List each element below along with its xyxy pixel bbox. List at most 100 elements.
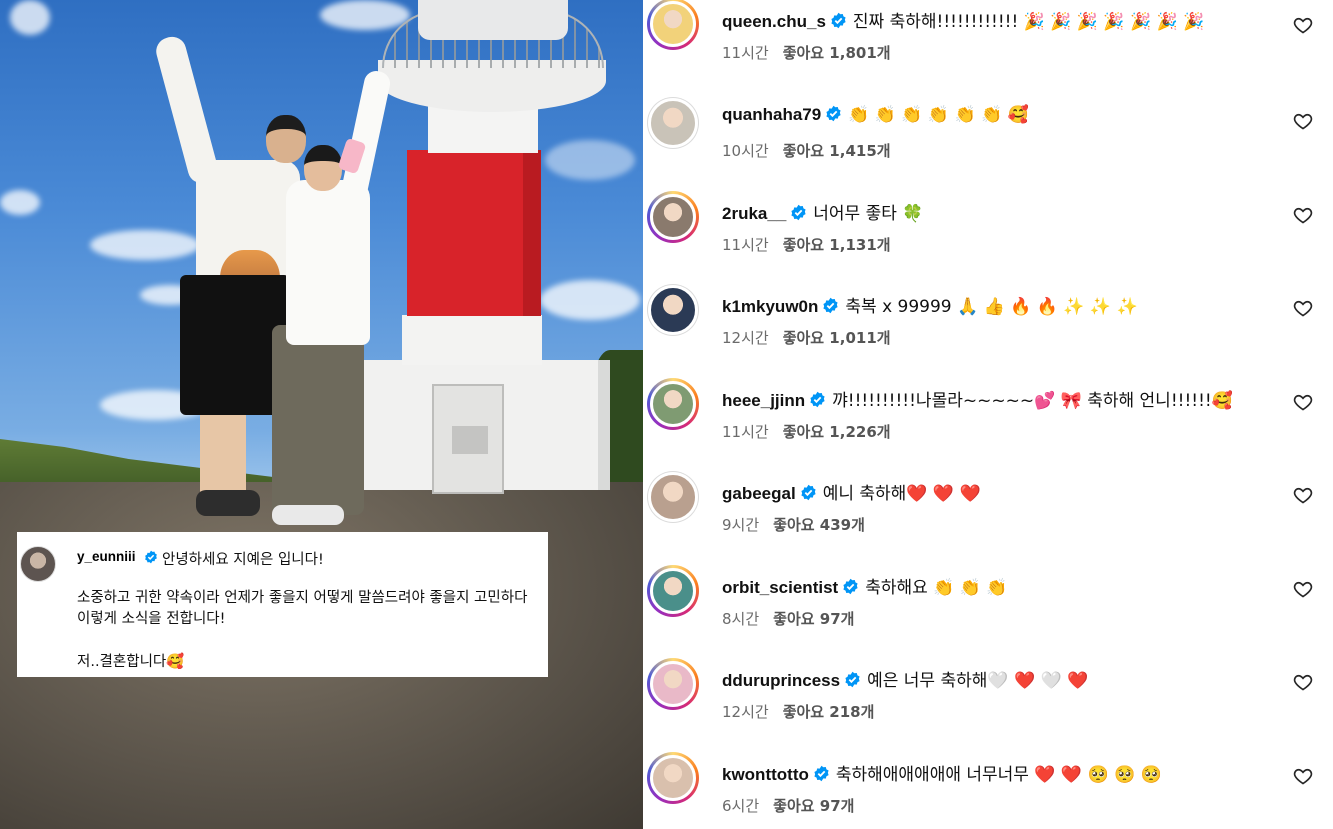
comment-text: 예니 축하해❤️ ❤️ ❤️ <box>822 484 981 504</box>
caption-body: 소중하고 귀한 약속이라 언제가 좋을지 어떻게 말씀드려야 좋을지 고민하다 … <box>77 590 528 627</box>
person2-pants <box>272 325 364 515</box>
verified-badge-icon <box>826 105 841 122</box>
caption-avatar[interactable] <box>20 546 56 582</box>
comment-row[interactable]: quanhaha79 👏 👏 👏 👏 👏 👏 🥰 10시간 좋아요 1,415개 <box>643 93 1333 186</box>
avatar-image <box>648 98 698 148</box>
username-text[interactable]: dduruprincess <box>722 671 840 690</box>
comment-avatar[interactable] <box>647 378 699 430</box>
comment-likes[interactable]: 좋아요 439개 <box>773 516 865 534</box>
comment-row[interactable]: heee_jjinn 꺄!!!!!!!!!!나몰라~~~~~💕 🎀 축하해 언니!… <box>643 374 1333 467</box>
comment-meta: 6시간 좋아요 97개 <box>722 795 854 816</box>
heart-outline-icon[interactable] <box>1293 766 1313 786</box>
sky-cloud <box>10 0 50 35</box>
comment-meta: 8시간 좋아요 97개 <box>722 608 854 629</box>
comment-meta: 11시간 좋아요 1,801개 <box>722 42 891 63</box>
caption-username[interactable]: y_eunniii <box>77 549 136 564</box>
comment-likes[interactable]: 좋아요 1,011개 <box>783 329 891 347</box>
sky-cloud <box>0 190 40 215</box>
avatar-image <box>650 1 696 47</box>
heart-outline-icon[interactable] <box>1293 205 1313 225</box>
comment-row[interactable]: 2ruka__ 너어무 좋타 🍀 11시간 좋아요 1,131개 <box>643 187 1333 280</box>
caption-first-line: 안녕하세요 지예은 입니다! <box>162 552 324 568</box>
comment-likes[interactable]: 좋아요 97개 <box>773 797 854 815</box>
sky-cloud <box>90 230 200 260</box>
lighthouse-door-window <box>452 426 488 454</box>
heart-outline-icon[interactable] <box>1293 15 1313 35</box>
comment-avatar[interactable] <box>647 752 699 804</box>
comment-time: 9시간 <box>722 516 760 534</box>
comment-time: 12시간 <box>722 329 769 347</box>
heart-outline-icon[interactable] <box>1293 485 1313 505</box>
lighthouse-tower-upper <box>428 105 538 153</box>
comment-likes[interactable]: 좋아요 1,801개 <box>783 44 891 62</box>
username-text[interactable]: k1mkyuw0n <box>722 297 818 316</box>
comment-meta: 11시간 좋아요 1,226개 <box>722 421 891 442</box>
comment-likes[interactable]: 좋아요 218개 <box>783 703 875 721</box>
username-text[interactable]: heee_jjinn <box>722 391 805 410</box>
comment-username[interactable]: k1mkyuw0n 축복 x 99999 🙏 👍 🔥 🔥 ✨ ✨ ✨ <box>722 292 1138 317</box>
comment-username[interactable]: queen.chu_s 진짜 축하해!!!!!!!!!!!! 🎉 🎉 🎉 🎉 🎉 … <box>722 7 1204 32</box>
comment-username[interactable]: 2ruka__ 너어무 좋타 🍀 <box>722 199 923 224</box>
comment-avatar[interactable] <box>647 284 699 336</box>
username-text[interactable]: 2ruka__ <box>722 204 786 223</box>
comment-text: 축복 x 99999 🙏 👍 🔥 🔥 ✨ ✨ ✨ <box>845 297 1138 317</box>
sky-cloud <box>545 140 635 180</box>
comment-row[interactable]: k1mkyuw0n 축복 x 99999 🙏 👍 🔥 🔥 ✨ ✨ ✨ 12시간 좋아요… <box>643 280 1333 373</box>
comment-username[interactable]: quanhaha79 👏 👏 👏 👏 👏 👏 🥰 <box>722 105 1029 125</box>
comment-text: 👏 👏 👏 👏 👏 👏 🥰 <box>848 105 1029 125</box>
verified-badge-icon <box>843 578 858 595</box>
comment-time: 11시간 <box>722 44 769 62</box>
comment-time: 8시간 <box>722 610 760 628</box>
comment-avatar[interactable] <box>647 191 699 243</box>
person1-legs <box>200 410 246 500</box>
comment-text: 진짜 축하해!!!!!!!!!!!! 🎉 🎉 🎉 🎉 🎉 🎉 🎉 <box>852 12 1205 32</box>
comment-username[interactable]: orbit_scientist 축하해요 👏 👏 👏 <box>722 573 1007 598</box>
avatar-image <box>648 472 698 522</box>
post-photo <box>0 0 643 829</box>
comment-text: 축하해요 👏 👏 👏 <box>865 578 1008 598</box>
comment-time: 11시간 <box>722 423 769 441</box>
username-text[interactable]: gabeegal <box>722 484 796 503</box>
comment-meta: 9시간 좋아요 439개 <box>722 514 865 535</box>
comments-list[interactable]: queen.chu_s 진짜 축하해!!!!!!!!!!!! 🎉 🎉 🎉 🎉 🎉 … <box>643 0 1333 829</box>
heart-outline-icon[interactable] <box>1293 672 1313 692</box>
comment-row[interactable]: orbit_scientist 축하해요 👏 👏 👏 8시간 좋아요 97개 <box>643 561 1333 654</box>
verified-badge-icon <box>831 12 846 29</box>
comment-likes[interactable]: 좋아요 1,226개 <box>783 423 891 441</box>
comment-time: 6시간 <box>722 797 760 815</box>
comment-username[interactable]: heee_jjinn 꺄!!!!!!!!!!나몰라~~~~~💕 🎀 축하해 언니!… <box>722 386 1233 411</box>
heart-outline-icon[interactable] <box>1293 298 1313 318</box>
verified-badge-icon <box>823 297 838 314</box>
username-text[interactable]: kwonttotto <box>722 765 809 784</box>
comment-avatar[interactable] <box>647 97 699 149</box>
comment-avatar[interactable] <box>647 658 699 710</box>
comment-time: 12시간 <box>722 703 769 721</box>
avatar-image <box>648 285 698 335</box>
avatar-image <box>650 568 696 614</box>
person2-head <box>304 145 342 191</box>
comment-row[interactable]: gabeegal 예니 축하해❤️ ❤️ ❤️ 9시간 좋아요 439개 <box>643 467 1333 560</box>
username-text[interactable]: orbit_scientist <box>722 578 838 597</box>
comment-avatar[interactable] <box>647 565 699 617</box>
comment-username[interactable]: kwonttotto 축하해애애애애애 너무너무 ❤️ ❤️ 🥺 🥺 🥺 <box>722 760 1162 785</box>
comment-row[interactable]: dduruprincess 예은 너무 축하해🤍 ❤️ 🤍 ❤️ 12시간 좋아요 2… <box>643 654 1333 747</box>
lighthouse-tower-red <box>407 150 541 316</box>
comment-likes[interactable]: 좋아요 1,131개 <box>783 236 891 254</box>
username-text[interactable]: queen.chu_s <box>722 12 826 31</box>
comment-avatar[interactable] <box>647 0 699 50</box>
heart-outline-icon[interactable] <box>1293 392 1313 412</box>
comment-likes[interactable]: 좋아요 1,415개 <box>783 142 891 160</box>
heart-outline-icon[interactable] <box>1293 579 1313 599</box>
comment-row[interactable]: kwonttotto 축하해애애애애애 너무너무 ❤️ ❤️ 🥺 🥺 🥺 6시간 좋아… <box>643 748 1333 829</box>
comment-avatar[interactable] <box>647 471 699 523</box>
comment-likes[interactable]: 좋아요 97개 <box>773 610 854 628</box>
caption-last-line: 저..결혼합니다🥰 <box>77 654 185 670</box>
username-text[interactable]: quanhaha79 <box>722 105 821 124</box>
comment-time: 10시간 <box>722 142 769 160</box>
comment-row[interactable]: queen.chu_s 진짜 축하해!!!!!!!!!!!! 🎉 🎉 🎉 🎉 🎉 … <box>643 0 1333 93</box>
verified-badge-icon <box>145 550 157 564</box>
comment-username[interactable]: dduruprincess 예은 너무 축하해🤍 ❤️ 🤍 ❤️ <box>722 666 1088 691</box>
comment-text: 너어무 좋타 🍀 <box>813 204 924 224</box>
heart-outline-icon[interactable] <box>1293 111 1313 131</box>
comment-username[interactable]: gabeegal 예니 축하해❤️ ❤️ ❤️ <box>722 479 981 504</box>
